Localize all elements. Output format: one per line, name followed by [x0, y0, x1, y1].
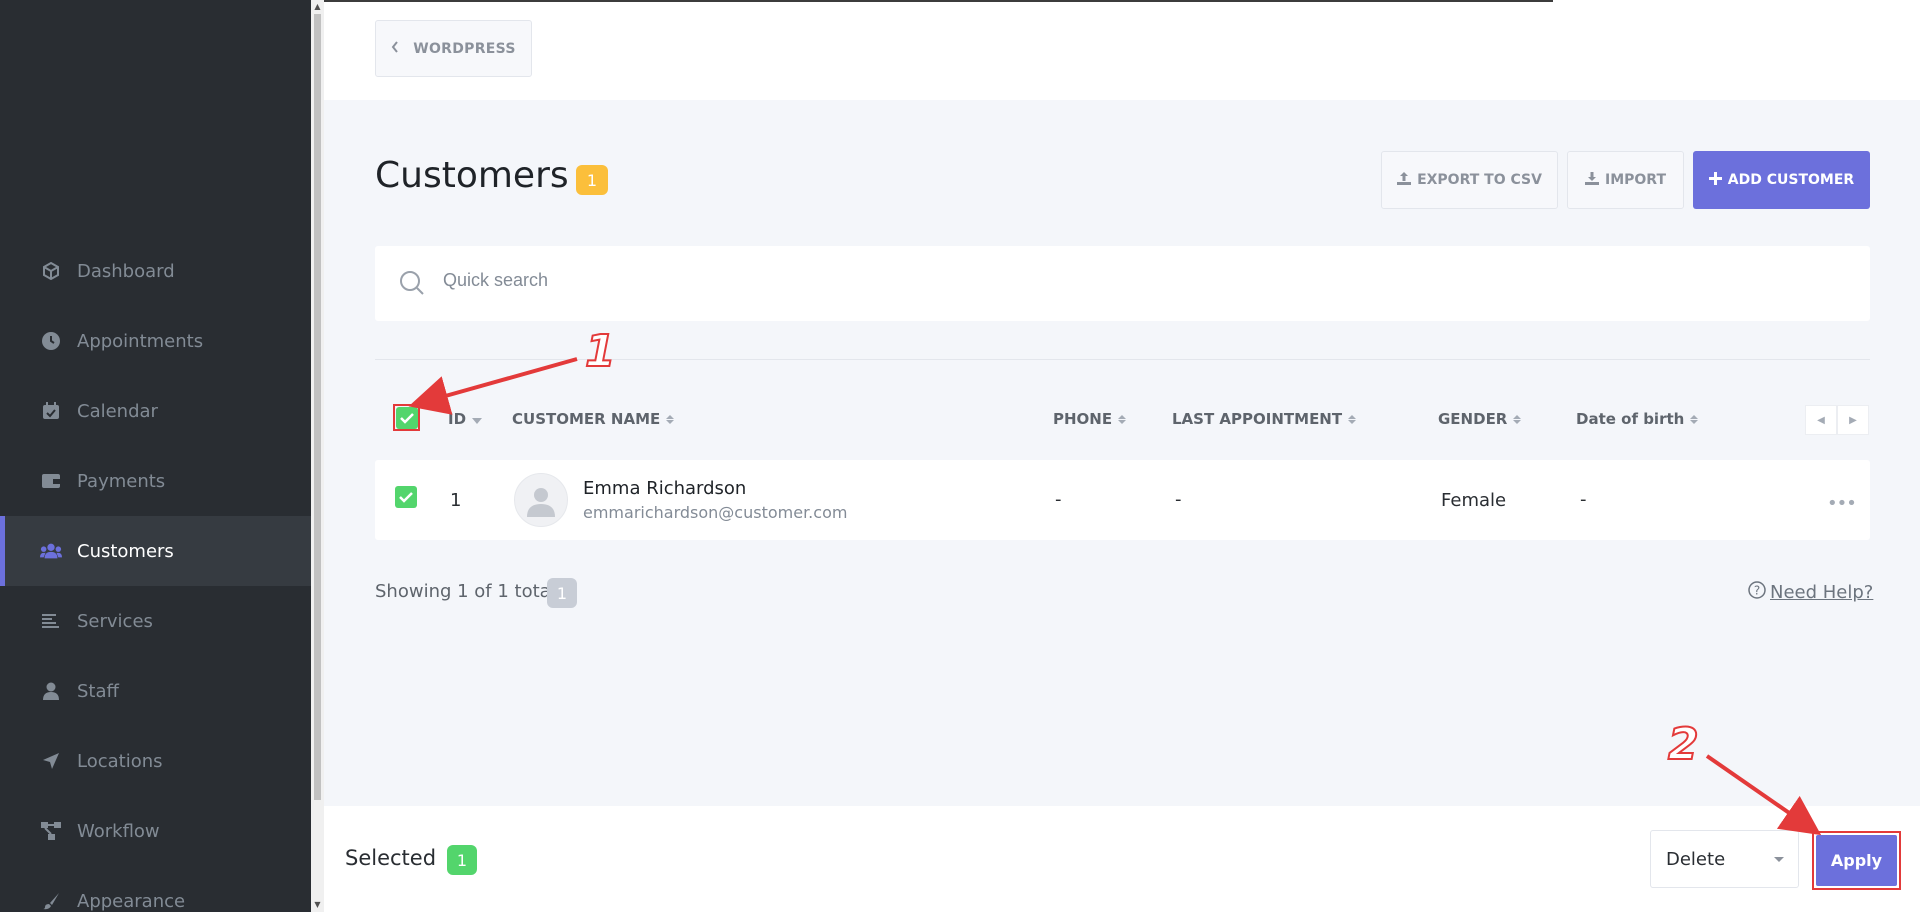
annotation-arrows: [408, 357, 1822, 836]
annotation-arrow-1: [408, 357, 578, 415]
annotation-arrow-2: [1705, 754, 1822, 836]
